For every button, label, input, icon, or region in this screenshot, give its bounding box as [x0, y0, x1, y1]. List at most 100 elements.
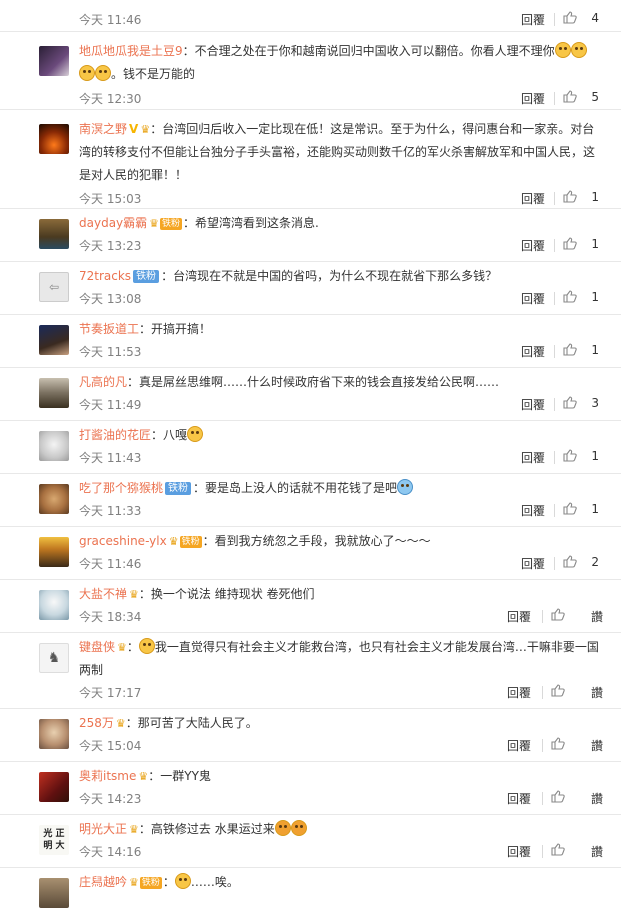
avatar[interactable] — [39, 772, 69, 802]
avatar[interactable] — [39, 484, 69, 514]
like-count: 1 — [591, 449, 599, 463]
avatar[interactable] — [39, 378, 69, 408]
reply-button[interactable]: 回覆 — [521, 290, 545, 307]
like-button[interactable]: 3 — [563, 396, 603, 410]
thumbs-up-icon — [563, 90, 577, 103]
username-link[interactable]: 南溟之野 — [79, 122, 127, 136]
emoji-icon — [174, 873, 191, 889]
thumbs-up-icon — [551, 608, 565, 621]
emoji-icon — [290, 820, 307, 836]
username-link[interactable]: 节奏扳道工 — [79, 322, 139, 336]
thumbs-up-icon — [563, 449, 577, 462]
username-link[interactable]: 奥莉itsme — [79, 769, 136, 783]
reply-button[interactable]: 回覆 — [507, 608, 531, 625]
divider — [542, 686, 543, 699]
emoji-icon — [95, 65, 111, 81]
avatar[interactable] — [39, 537, 69, 567]
comment-time: 今天 12:30 — [79, 92, 142, 106]
reply-button[interactable]: 回覆 — [521, 190, 545, 207]
comment-meta: 今天 11:33 回覆 1 — [79, 502, 603, 522]
comment-time: 今天 14:23 — [79, 792, 142, 806]
comment-content: ：八嘎 — [151, 428, 188, 442]
thumbs-up-icon — [563, 343, 577, 356]
like-button[interactable]: 1 — [563, 190, 603, 204]
comment-meta: 今天 13:23 回覆 1 — [79, 237, 603, 257]
username-link[interactable]: 吃了那个猕猴桃 — [79, 481, 163, 495]
comment-text: 72tracks 铁粉 ：台湾现在不就是中国的省吗，为什么不现在就省下那么多钱？ — [79, 265, 603, 288]
username-link[interactable]: 258万 — [79, 716, 114, 730]
like-button[interactable]: 5 — [563, 90, 603, 104]
like-button[interactable]: 1 — [563, 343, 603, 357]
avatar[interactable]: 光 正明 大 — [39, 825, 69, 855]
comment-meta: 今天 14:16 回覆 讚 — [79, 843, 603, 863]
comment-content: ：一群YY鬼 — [148, 769, 211, 783]
reply-button[interactable]: 回覆 — [507, 843, 531, 860]
reply-button[interactable]: 回覆 — [521, 449, 545, 466]
divider — [542, 739, 543, 752]
reply-button[interactable]: 回覆 — [521, 502, 545, 519]
username-link[interactable]: 打酱油的花匠 — [79, 428, 151, 442]
comment-text: 打酱油的花匠：八嘎 — [79, 424, 603, 447]
like-button[interactable]: 讚 — [551, 684, 603, 700]
reply-button[interactable]: 回覆 — [521, 237, 545, 254]
reply-button[interactable]: 回覆 — [521, 90, 545, 107]
like-button[interactable]: 1 — [563, 502, 603, 516]
comment-meta: 今天 11:43 回覆 1 — [79, 449, 603, 469]
username-link[interactable]: 键盘侠 — [79, 640, 115, 654]
username-link[interactable]: 大盐不禅 — [79, 587, 127, 601]
avatar[interactable] — [39, 124, 69, 154]
reply-button[interactable]: 回覆 — [521, 343, 545, 360]
divider — [554, 239, 555, 252]
reply-button[interactable]: 回覆 — [521, 396, 545, 413]
username-link[interactable]: 72tracks — [79, 269, 131, 283]
avatar[interactable]: ⇦ — [39, 272, 69, 302]
reply-button[interactable]: 回覆 — [521, 11, 545, 28]
reply-button[interactable]: 回覆 — [507, 684, 531, 701]
thumbs-up-icon — [563, 290, 577, 303]
comment-text: 凡高的凡：真是屌丝思维啊……什么时候政府省下来的钱会直接发给公民啊…… — [79, 371, 603, 394]
thumbs-up-icon — [563, 502, 577, 515]
like-button[interactable]: 1 — [563, 290, 603, 304]
like-button[interactable]: 1 — [563, 449, 603, 463]
crown-icon: ♛ — [129, 876, 139, 889]
comment-text: 南溟之野 V ♛：台湾回归后收入一定比现在低！这是常识。至于为什么，得问惠台和一家亲… — [79, 118, 603, 187]
divider — [542, 792, 543, 805]
like-button[interactable]: 讚 — [551, 737, 603, 753]
like-button[interactable]: 1 — [563, 237, 603, 251]
reply-button[interactable]: 回覆 — [521, 555, 545, 572]
like-count: 5 — [591, 90, 599, 104]
like-button[interactable]: 2 — [563, 555, 603, 569]
avatar[interactable] — [39, 325, 69, 355]
reply-button[interactable]: 回覆 — [507, 737, 531, 754]
vip-badge: 铁粉 — [139, 877, 162, 889]
avatar[interactable] — [39, 878, 69, 908]
avatar[interactable]: ♞ — [39, 643, 69, 673]
avatar[interactable] — [39, 719, 69, 749]
avatar[interactable] — [39, 590, 69, 620]
crown-icon: ♛ — [117, 641, 127, 654]
like-button[interactable]: 讚 — [551, 843, 603, 859]
emoji-icon — [570, 42, 587, 58]
comment-time: 今天 15:03 — [79, 192, 142, 206]
username-link[interactable]: 明光大正 — [79, 822, 127, 836]
thumbs-up-icon — [551, 843, 565, 856]
avatar[interactable] — [39, 431, 69, 461]
divider — [554, 557, 555, 570]
comment-item: 节奏扳道工：开搞开搞！ 今天 11:53 回覆 1 — [0, 315, 621, 368]
username-link[interactable]: 庄舄越吟 — [79, 875, 127, 889]
username-link[interactable]: dayday霸霸 — [79, 216, 147, 230]
like-button[interactable]: 讚 — [551, 608, 603, 624]
comment-item: 打酱油的花匠：八嘎 今天 11:43 回覆 1 — [0, 421, 621, 474]
username-link[interactable]: 地瓜地瓜我是土豆9 — [79, 44, 183, 58]
like-button[interactable]: 4 — [563, 11, 603, 25]
comment-item: 奥莉itsme ♛：一群YY鬼 今天 14:23 回覆 讚 — [0, 762, 621, 815]
comment-content: ：台湾现在不就是中国的省吗，为什么不现在就省下那么多钱？ — [161, 269, 498, 283]
avatar[interactable] — [39, 46, 69, 76]
reply-button[interactable]: 回覆 — [507, 790, 531, 807]
comment-content: ：换一个说法 维持现状 卷死他们 — [138, 587, 315, 601]
username-link[interactable]: 凡高的凡 — [79, 375, 127, 389]
like-button[interactable]: 讚 — [551, 790, 603, 806]
username-link[interactable]: graceshine-ylx — [79, 534, 167, 548]
comment-item: graceshine-ylx ♛ 铁粉 ：看到我方统忽之手段，我就放心了～～～ 今天 … — [0, 527, 621, 580]
avatar[interactable] — [39, 219, 69, 249]
